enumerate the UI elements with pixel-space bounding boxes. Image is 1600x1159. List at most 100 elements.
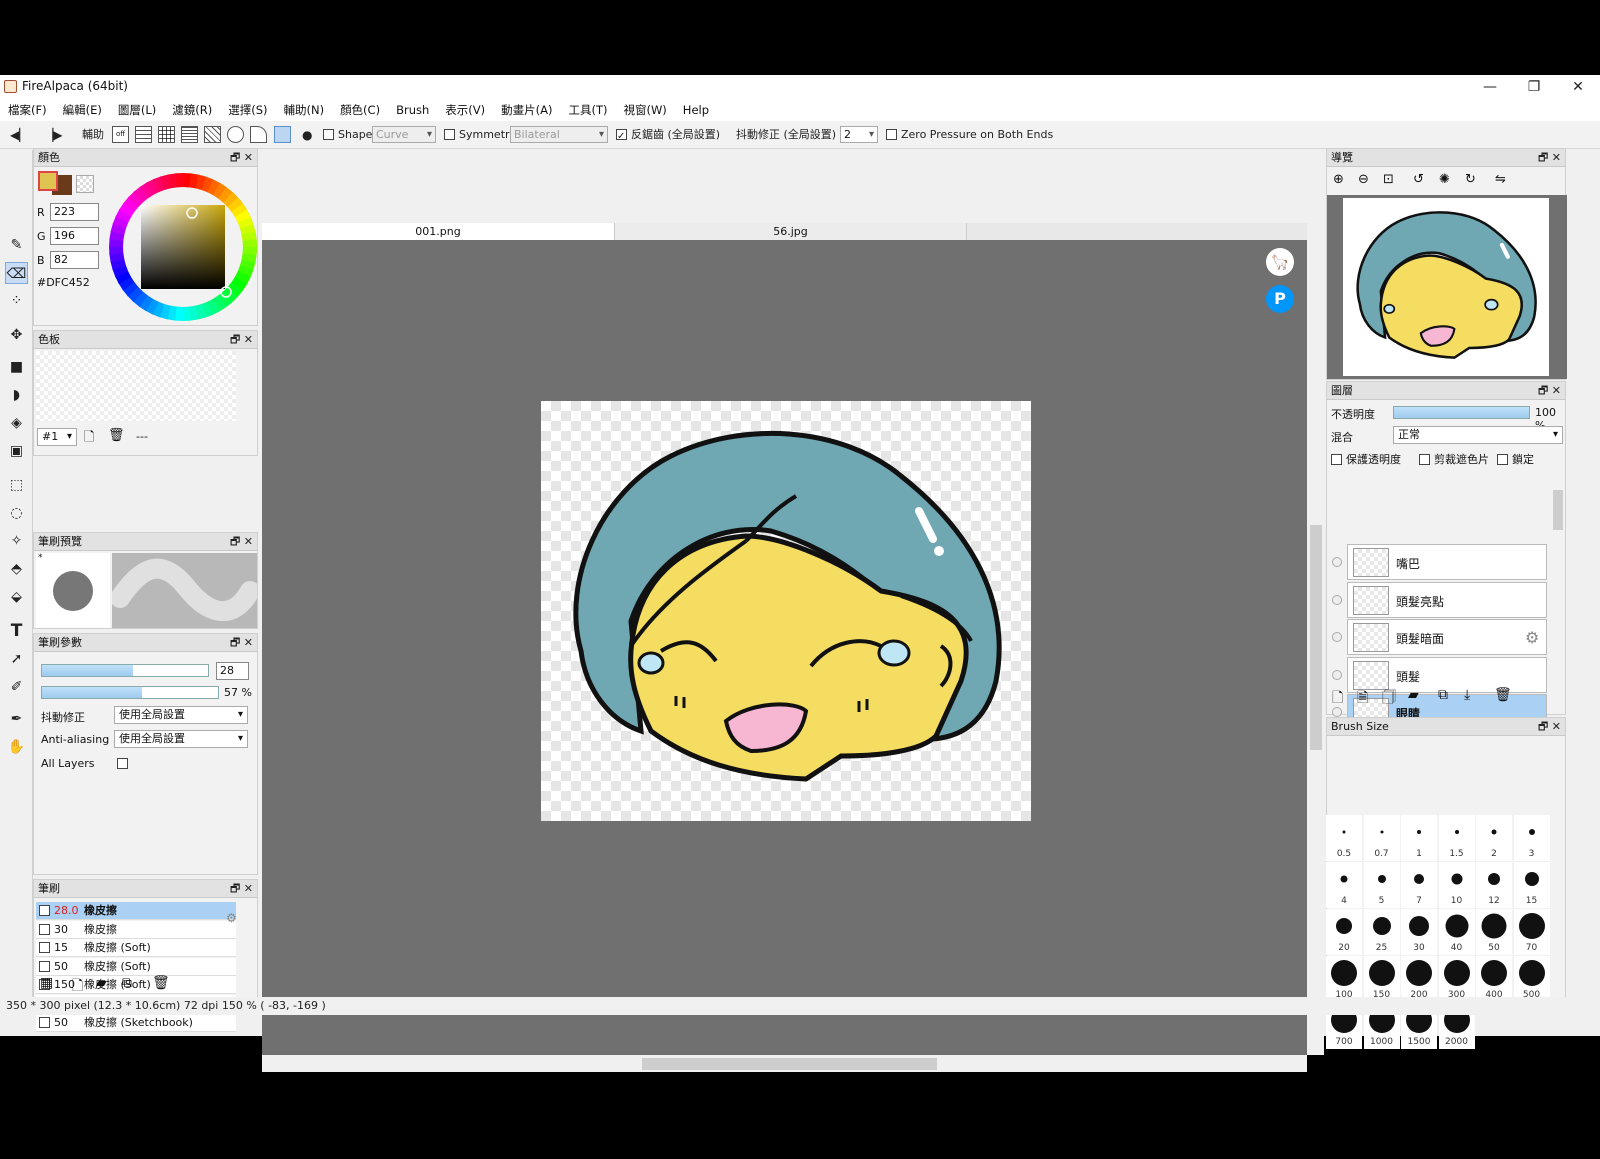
menu-item-11[interactable]: 視窗(W) — [615, 99, 674, 121]
blur-tool-icon[interactable]: ✐ — [5, 676, 28, 698]
rotate-left-icon[interactable]: ↺ — [1413, 172, 1424, 187]
panel-buttons[interactable]: 🗗 ✕ — [230, 149, 253, 167]
protect-alpha-checkbox[interactable]: 保護透明度 — [1331, 451, 1401, 467]
new-8bit-layer-icon[interactable]: 🗎 — [1357, 687, 1368, 711]
palette-set-dropdown[interactable]: #1 — [37, 428, 77, 446]
close-button[interactable]: ✕ — [1556, 75, 1600, 99]
zoom-out-icon[interactable]: ⊖ — [1358, 172, 1369, 187]
brush-size-cell[interactable]: 3 — [1513, 815, 1550, 861]
brush-size-cell[interactable]: 150 — [1363, 956, 1400, 1002]
eye-icon[interactable] — [1332, 669, 1342, 680]
new-palette-icon[interactable]: 🗋 — [84, 428, 94, 450]
palette-area[interactable] — [36, 351, 236, 421]
brush-size-cell[interactable]: 400 — [1476, 956, 1512, 1002]
eye-icon[interactable] — [1332, 594, 1342, 605]
brush-item-checkbox[interactable] — [39, 942, 50, 954]
delete-palette-icon[interactable]: 🗑 — [108, 428, 125, 443]
vertical-scroll-thumb[interactable] — [1310, 525, 1322, 750]
select-eraser-tool-icon[interactable]: ⬙ — [5, 586, 28, 608]
menu-item-0[interactable]: 檔案(F) — [0, 99, 55, 121]
next-icon[interactable]: ▕▶ — [44, 125, 62, 145]
zero-pressure-checkbox[interactable]: Zero Pressure on Both Ends — [886, 125, 1053, 145]
snap-grid-icon[interactable] — [158, 126, 175, 143]
rotate-right-icon[interactable]: ↻ — [1465, 172, 1476, 187]
palette-more[interactable]: --- — [136, 430, 148, 443]
menu-item-10[interactable]: 工具(T) — [560, 99, 615, 121]
select-rect-tool-icon[interactable]: ⬚ — [5, 474, 28, 496]
navigator-preview[interactable] — [1327, 195, 1567, 379]
fill-rect-tool-icon[interactable]: ■ — [5, 356, 28, 378]
lock-checkbox[interactable]: 鎖定 — [1497, 451, 1534, 467]
panel-buttons[interactable]: 🗗 ✕ — [1538, 149, 1561, 167]
eyedropper-tool-icon[interactable]: ✒ — [5, 708, 28, 730]
panel-buttons[interactable]: 🗗 ✕ — [230, 533, 253, 551]
zoom-fit-icon[interactable]: ⊡ — [1383, 172, 1394, 187]
menu-item-1[interactable]: 編輯(E) — [55, 99, 110, 121]
minimize-button[interactable]: — — [1468, 75, 1512, 99]
brush-size-cell[interactable]: 25 — [1363, 909, 1400, 955]
horizontal-scroll-thumb[interactable] — [642, 1058, 937, 1070]
layer-row[interactable]: 頭髮亮點 — [1332, 581, 1547, 618]
stabilizer-dropdown[interactable]: 2 — [840, 126, 878, 143]
brush-size-cell[interactable]: 70 — [1513, 909, 1550, 955]
tab-001-png[interactable]: 001.png — [262, 223, 615, 240]
shape-dropdown[interactable]: Curve — [372, 126, 436, 143]
brush-size-cell[interactable]: 7 — [1401, 862, 1437, 908]
menu-item-4[interactable]: 選擇(S) — [220, 99, 275, 121]
brush-opacity-slider[interactable] — [41, 686, 219, 699]
brush-settings-icon[interactable]: ⚙ — [226, 911, 237, 925]
dot-icon[interactable]: ● — [302, 125, 312, 145]
brush-item[interactable]: 15 橡皮擦 (Soft) — [36, 939, 236, 958]
brush-size-cell[interactable]: 100 — [1326, 956, 1362, 1002]
brush-item-checkbox[interactable] — [39, 923, 50, 935]
select-pen-tool-icon[interactable]: ⬘ — [5, 558, 28, 580]
menu-item-6[interactable]: 顏色(C) — [332, 99, 388, 121]
snap-perspective-icon[interactable] — [274, 126, 291, 143]
clipping-checkbox[interactable]: 剪裁遮色片 — [1419, 451, 1489, 467]
pixiv-icon[interactable]: P — [1266, 285, 1294, 313]
brush-item[interactable]: 50 橡皮擦 (Soft) — [36, 957, 236, 976]
brush-size-cell[interactable]: 5 — [1363, 862, 1400, 908]
alpaca-icon[interactable]: 🦙 — [1266, 248, 1294, 276]
g-input[interactable]: 196 — [50, 227, 99, 245]
hand-tool-icon[interactable]: ✋ — [5, 736, 28, 758]
blend-dropdown[interactable]: 正常 — [1393, 426, 1563, 444]
symmetry-checkbox[interactable]: Symmetry — [444, 125, 516, 145]
menu-item-5[interactable]: 輔助(N) — [275, 99, 332, 121]
symmetry-dropdown[interactable]: Bilateral — [510, 126, 608, 143]
new-folder-icon[interactable]: ▰ — [1408, 687, 1419, 703]
gradient-tool-icon[interactable]: ▣ — [5, 440, 28, 462]
lasso-tool-icon[interactable]: ◌ — [5, 502, 28, 524]
brush-size-cell[interactable]: 50 — [1476, 909, 1512, 955]
menu-item-7[interactable]: Brush — [388, 99, 437, 121]
layer-scrollbar[interactable] — [1551, 465, 1565, 715]
delete-brush-icon[interactable]: 🗑 — [152, 975, 170, 991]
brush-item[interactable]: 30 橡皮擦 — [36, 920, 236, 939]
snap-radial-icon[interactable] — [204, 126, 221, 143]
menu-item-8[interactable]: 表示(V) — [437, 99, 493, 121]
panel-buttons[interactable]: 🗗 ✕ — [230, 880, 253, 898]
move-tool-icon[interactable]: ✥ — [5, 324, 28, 346]
restore-button[interactable]: ❐ — [1512, 75, 1556, 99]
brush-size-cell[interactable]: 300 — [1438, 956, 1475, 1002]
zoom-in-icon[interactable]: ⊕ — [1333, 172, 1344, 187]
brush-size-cell[interactable]: 1 — [1401, 815, 1437, 861]
operation-tool-icon[interactable]: ➚ — [5, 648, 28, 670]
text-tool-icon[interactable]: T — [5, 620, 28, 642]
bucket-tool-icon[interactable]: ◈ — [5, 412, 28, 434]
magic-wand-tool-icon[interactable]: ✧ — [5, 530, 28, 552]
snap-parallel-icon[interactable] — [135, 126, 152, 143]
menu-item-2[interactable]: 圖層(L) — [110, 99, 164, 121]
eye-icon[interactable] — [1332, 557, 1342, 567]
shape-checkbox[interactable]: Shape — [323, 125, 372, 145]
brush-size-cell[interactable]: 15 — [1513, 862, 1550, 908]
brush-folder-icon[interactable]: ▰ — [96, 975, 107, 991]
layer-settings-icon[interactable]: ⚙ — [1525, 628, 1539, 647]
brush-antialias-dropdown[interactable]: 使用全局設置 — [114, 730, 248, 748]
new-1bit-layer-icon[interactable]: 🗍 — [1382, 687, 1396, 711]
panel-buttons[interactable]: 🗗 ✕ — [230, 634, 253, 652]
panel-buttons[interactable]: 🗗 ✕ — [230, 331, 253, 349]
snap-lines-icon[interactable] — [181, 126, 198, 143]
pen-tool-icon[interactable]: ✎ — [5, 234, 28, 256]
brush-size-cell[interactable]: 0.7 — [1363, 815, 1400, 861]
